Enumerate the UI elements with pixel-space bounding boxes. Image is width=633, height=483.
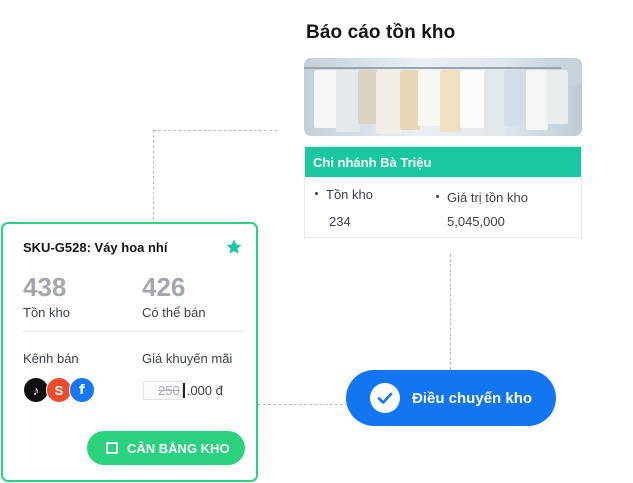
promo-price-label: Giá khuyến mãi — [142, 351, 233, 366]
branch-value-label: Giá trị tồn kho — [447, 190, 528, 205]
promo-price-old: 250 — [143, 381, 183, 400]
branch-value-amount: 5,045,000 — [447, 214, 505, 229]
transfer-stock-label: Điều chuyển kho — [412, 389, 533, 407]
stop-icon — [106, 442, 118, 454]
promo-price-value: .000 đ — [186, 383, 223, 398]
sales-channels-label: Kênh bán — [23, 351, 79, 366]
promo-price-input[interactable]: 250 .000 đ — [143, 381, 223, 400]
branch-card: Chi nhánh Bà Triệu Tồn kho 234 Giá trị t… — [304, 146, 582, 238]
sellable-label: Có thể bán — [142, 305, 206, 320]
product-sku-title: SKU-G528: Váy hoa nhí — [23, 240, 168, 255]
branch-stock-label: Tồn kho — [326, 187, 373, 202]
balance-stock-button[interactable]: CÂN BẰNG KHO — [87, 431, 245, 465]
sellable-value: 426 — [142, 272, 186, 302]
connector-line — [153, 130, 277, 225]
branch-value-stat: Giá trị tồn kho 5,045,000 — [436, 190, 528, 229]
in-stock-value: 438 — [23, 272, 67, 302]
branch-name: Chi nhánh Bà Triệu — [305, 147, 581, 177]
branch-stock-stat: Tồn kho 234 — [315, 187, 373, 229]
text-caret — [182, 383, 185, 398]
star-icon[interactable] — [225, 238, 243, 256]
clothing-rack-photo — [304, 58, 582, 136]
divider — [23, 331, 244, 332]
branch-stock-value: 234 — [329, 214, 351, 229]
transfer-stock-button[interactable]: Điều chuyển kho — [346, 370, 556, 426]
report-title: Báo cáo tồn kho — [306, 22, 456, 43]
connector-line — [258, 404, 348, 405]
balance-stock-label: CÂN BẰNG KHO — [127, 440, 230, 456]
in-stock-label: Tồn kho — [23, 305, 70, 320]
product-card: SKU-G528: Váy hoa nhí 438 Tồn kho 426 Có… — [1, 222, 258, 482]
connector-line — [450, 254, 451, 370]
facebook-icon[interactable]: f — [69, 377, 95, 403]
sales-channels: ♪ S f — [23, 377, 95, 403]
check-icon — [370, 383, 400, 413]
